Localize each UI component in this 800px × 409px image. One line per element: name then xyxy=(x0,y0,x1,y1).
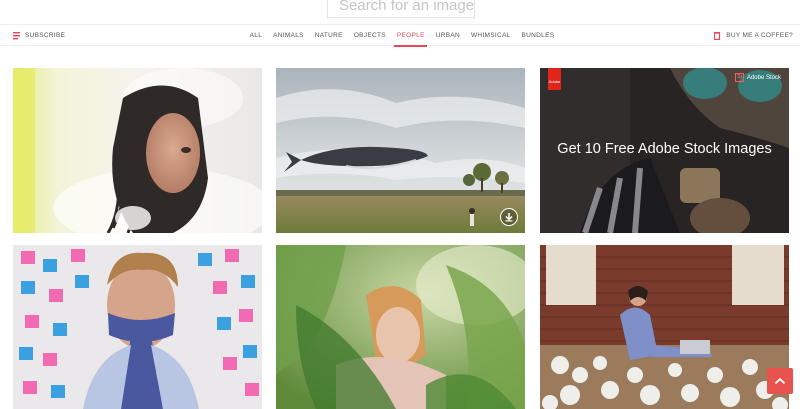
photo-image xyxy=(13,68,262,233)
photo-image xyxy=(276,68,525,233)
bookmark-icon xyxy=(13,31,20,40)
category-tabs: ALL ANIMALS NATURE OBJECTS PEOPLE URBAN … xyxy=(0,25,800,47)
adobe-stock-ad[interactable]: Adobe St Adobe Stock Get 10 Free Adobe S… xyxy=(540,68,789,233)
photo-card-flying-whale[interactable] xyxy=(276,68,525,233)
category-navbar: SUBSCRIBE ALL ANIMALS NATURE OBJECTS PEO… xyxy=(0,24,800,47)
photo-card-woman-papers[interactable] xyxy=(540,245,789,409)
buy-coffee-link[interactable]: BUY ME A COFFEE? xyxy=(714,25,793,46)
search-input[interactable] xyxy=(339,0,474,14)
subscribe-link[interactable]: SUBSCRIBE xyxy=(13,25,65,46)
photo-image xyxy=(13,245,262,409)
tab-all[interactable]: ALL xyxy=(244,25,267,46)
tab-urban[interactable]: URBAN xyxy=(430,25,465,46)
subscribe-label: SUBSCRIBE xyxy=(25,32,66,39)
tab-bundles[interactable]: BUNDLES xyxy=(516,25,560,46)
chevron-up-icon xyxy=(774,377,786,385)
adobe-logo-text: Adobe xyxy=(548,79,561,84)
photo-image xyxy=(276,245,525,409)
download-icon xyxy=(505,213,513,222)
tab-people[interactable]: PEOPLE xyxy=(391,25,430,47)
coffee-label: BUY ME A COFFEE? xyxy=(726,32,793,39)
tab-nature[interactable]: NATURE xyxy=(309,25,348,46)
ad-headline: Get 10 Free Adobe Stock Images xyxy=(557,141,772,157)
adobe-stock-label: Adobe Stock xyxy=(746,74,781,81)
search-field[interactable] xyxy=(327,0,475,18)
photo-card-woman-water[interactable] xyxy=(13,68,262,233)
adobe-stock-badge: St Adobe Stock xyxy=(735,73,781,82)
tab-objects[interactable]: OBJECTS xyxy=(348,25,391,46)
download-button[interactable] xyxy=(500,208,518,226)
photo-card-sticky-notes-man[interactable] xyxy=(13,245,262,409)
back-to-top-button[interactable] xyxy=(767,368,793,394)
adobe-stock-icon: St xyxy=(735,73,744,82)
photo-image xyxy=(540,245,789,409)
tab-animals[interactable]: ANIMALS xyxy=(268,25,310,46)
photo-card-woman-leaves[interactable] xyxy=(276,245,525,409)
coffee-cup-icon xyxy=(714,31,721,40)
tab-whimsical[interactable]: WHIMSICAL xyxy=(465,25,516,46)
adobe-logo: Adobe xyxy=(548,68,561,90)
